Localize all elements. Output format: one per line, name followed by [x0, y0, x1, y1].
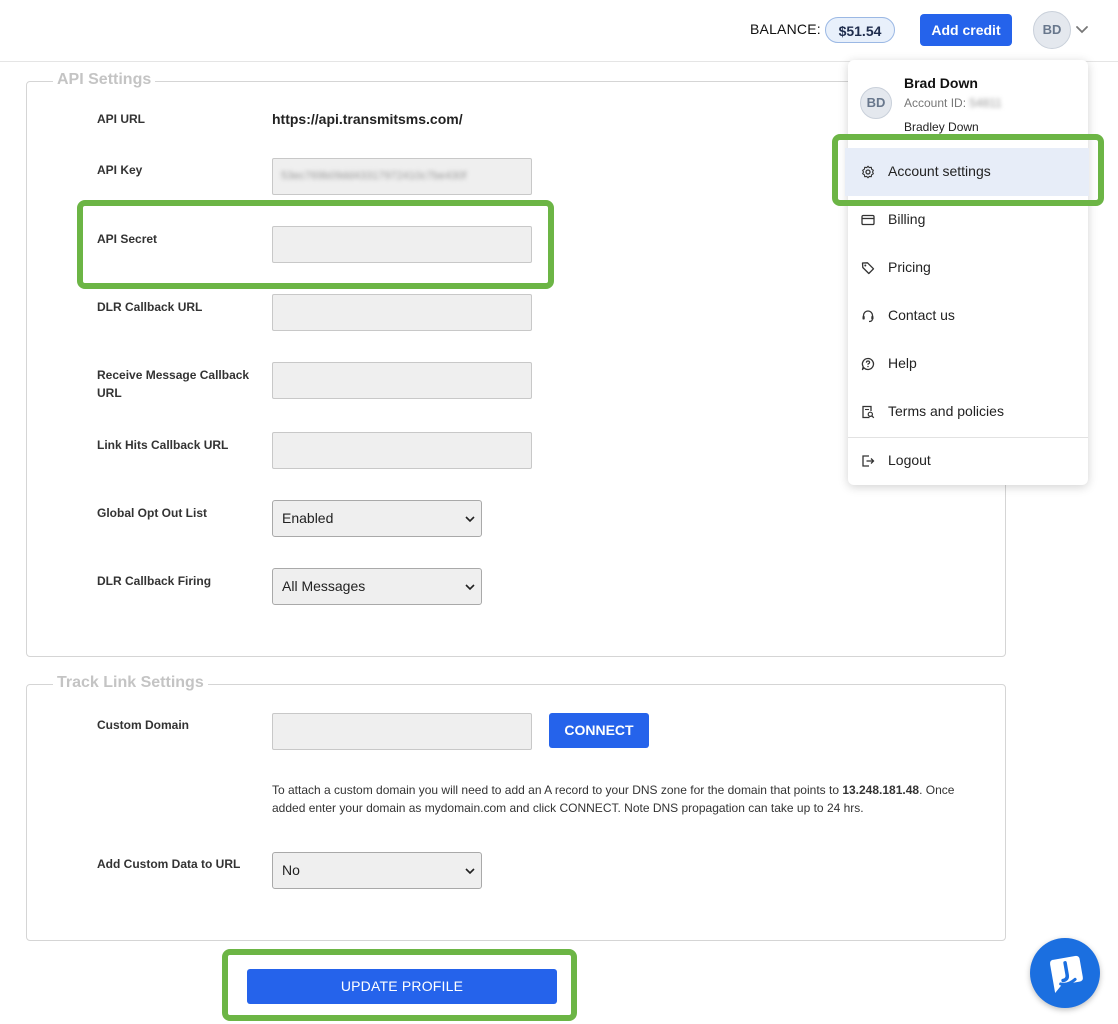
menu-item-label: Logout — [888, 452, 931, 468]
dlr-firing-label: DLR Callback Firing — [97, 574, 212, 588]
logout-icon — [862, 455, 875, 467]
balance-badge: $51.54 — [825, 17, 895, 43]
menu-item-label: Pricing — [888, 259, 931, 275]
account-id-label: Account ID: — [904, 96, 967, 110]
menu-item-label: Contact us — [888, 307, 955, 323]
top-bar: BALANCE: $51.54 Add credit BD — [0, 0, 1118, 62]
api-url-value: https://api.transmitsms.com/ — [272, 111, 463, 127]
api-key-input[interactable]: 53ec769b09dd43317972410c7be430f — [272, 158, 532, 195]
menu-account-id: Account ID: 54811 — [904, 96, 1002, 110]
menu-item-help[interactable]: Help — [848, 340, 1088, 388]
menu-user-name: Brad Down — [904, 75, 978, 91]
api-url-label: API URL — [97, 112, 145, 126]
add-credit-button[interactable]: Add credit — [920, 14, 1012, 46]
menu-item-account-settings[interactable]: Account settings — [845, 148, 1089, 196]
menu-item-contact-us[interactable]: Contact us — [848, 292, 1088, 340]
dlr-callback-input[interactable] — [272, 294, 532, 331]
track-link-legend: Track Link Settings — [53, 674, 208, 692]
document-search-icon — [862, 405, 875, 419]
menu-item-label: Terms and policies — [888, 403, 1004, 419]
tag-icon — [861, 262, 875, 275]
api-settings-legend: API Settings — [53, 71, 156, 89]
menu-item-pricing[interactable]: Pricing — [848, 244, 1088, 292]
custom-data-value: No — [282, 862, 300, 878]
user-avatar-button[interactable]: BD — [1033, 11, 1071, 49]
api-secret-input[interactable] — [272, 226, 532, 263]
chevron-down-icon — [465, 516, 475, 523]
chevron-down-icon — [465, 584, 475, 591]
credit-card-icon — [861, 214, 875, 226]
link-hits-label: Link Hits Callback URL — [97, 438, 229, 452]
help-ip-address: 13.248.181.48 — [842, 783, 920, 797]
menu-avatar: BD — [860, 87, 892, 119]
dlr-firing-select[interactable]: All Messages — [272, 568, 482, 605]
menu-item-label: Account settings — [888, 163, 991, 179]
menu-item-billing[interactable]: Billing — [848, 196, 1088, 244]
user-dropdown-menu: BD Brad Down Account ID: 54811 Bradley D… — [845, 60, 1089, 485]
api-secret-label: API Secret — [97, 232, 158, 246]
api-key-label: API Key — [97, 163, 143, 177]
custom-domain-help-text: To attach a custom domain you will need … — [272, 781, 972, 817]
gear-icon — [862, 165, 874, 179]
chevron-down-icon — [465, 868, 475, 875]
balance-label: BALANCE: — [750, 21, 821, 37]
help-text-part-1: To attach a custom domain you will need … — [272, 783, 843, 797]
update-profile-button[interactable]: UPDATE PROFILE — [247, 969, 557, 1004]
menu-item-label: Billing — [888, 211, 926, 227]
dlr-callback-label: DLR Callback URL — [97, 300, 203, 314]
menu-full-name: Bradley Down — [904, 120, 979, 134]
menu-item-terms[interactable]: Terms and policies — [848, 388, 1088, 436]
chevron-down-icon[interactable] — [1075, 22, 1089, 36]
connect-button[interactable]: CONNECT — [549, 713, 649, 748]
headset-icon — [862, 310, 874, 323]
opt-out-value: Enabled — [282, 510, 334, 526]
chat-icon — [1049, 955, 1083, 993]
receive-callback-input[interactable] — [272, 362, 532, 399]
chat-widget-button[interactable] — [1030, 938, 1100, 1008]
api-key-value: 53ec769b09dd43317972410c7be430f — [281, 170, 467, 182]
link-hits-input[interactable] — [272, 432, 532, 469]
custom-data-label: Add Custom Data to URL — [97, 857, 241, 871]
custom-domain-input[interactable] — [272, 713, 532, 750]
custom-data-select[interactable]: No — [272, 852, 482, 889]
receive-callback-label: Receive Message Callback URL — [97, 368, 250, 400]
account-id-value: 54811 — [969, 96, 1002, 110]
help-icon — [861, 357, 875, 371]
dlr-firing-value: All Messages — [282, 578, 366, 594]
opt-out-select[interactable]: Enabled — [272, 500, 482, 537]
menu-item-label: Help — [888, 355, 917, 371]
custom-domain-label: Custom Domain — [97, 718, 190, 732]
menu-item-logout[interactable]: Logout — [848, 437, 1088, 485]
opt-out-label: Global Opt Out List — [97, 506, 207, 520]
